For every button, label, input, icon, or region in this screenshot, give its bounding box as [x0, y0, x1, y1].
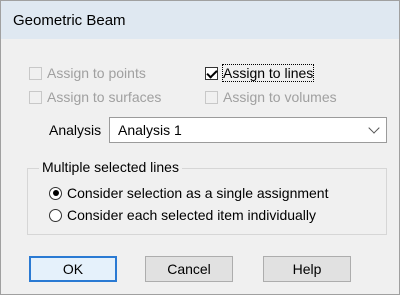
geometric-beam-dialog: Geometric Beam Assign to points Assign t…: [0, 0, 400, 295]
dialog-title: Geometric Beam: [13, 11, 126, 29]
assign-to-points-checkbox[interactable]: Assign to points: [29, 65, 146, 81]
radio-button: [49, 208, 62, 222]
assign-to-lines-label: Assign to lines: [221, 64, 315, 82]
radio-button-selected: [49, 186, 62, 200]
group-title: Multiple selected lines: [39, 159, 182, 175]
assign-to-volumes-label: Assign to volumes: [223, 89, 337, 105]
analysis-select[interactable]: Analysis 1: [109, 117, 387, 143]
radio-individual-label: Consider each selected item individually: [67, 207, 317, 223]
analysis-selected-value: Analysis 1: [118, 122, 182, 138]
checkbox-box-checked: [205, 66, 218, 80]
assign-to-volumes-checkbox[interactable]: Assign to volumes: [205, 89, 337, 105]
analysis-label: Analysis: [49, 122, 102, 138]
assign-to-surfaces-label: Assign to surfaces: [47, 89, 162, 105]
checkbox-box: [29, 90, 42, 104]
multiple-selected-lines-group: [27, 168, 387, 235]
radio-single-label: Consider selection as a single assignmen…: [67, 185, 329, 201]
assign-to-surfaces-checkbox[interactable]: Assign to surfaces: [29, 89, 161, 105]
radio-single-assignment[interactable]: Consider selection as a single assignmen…: [49, 185, 328, 201]
checkbox-box: [205, 90, 218, 104]
radio-individual-assignment[interactable]: Consider each selected item individually: [49, 207, 316, 223]
cancel-button[interactable]: Cancel: [145, 256, 233, 282]
assign-to-points-label: Assign to points: [47, 65, 146, 81]
help-button[interactable]: Help: [263, 256, 351, 282]
ok-button[interactable]: OK: [29, 256, 117, 282]
assign-to-lines-checkbox[interactable]: Assign to lines: [205, 64, 315, 82]
checkbox-box: [29, 66, 42, 80]
chevron-down-icon: [368, 122, 380, 134]
dialog-titlebar: Geometric Beam: [1, 1, 399, 39]
